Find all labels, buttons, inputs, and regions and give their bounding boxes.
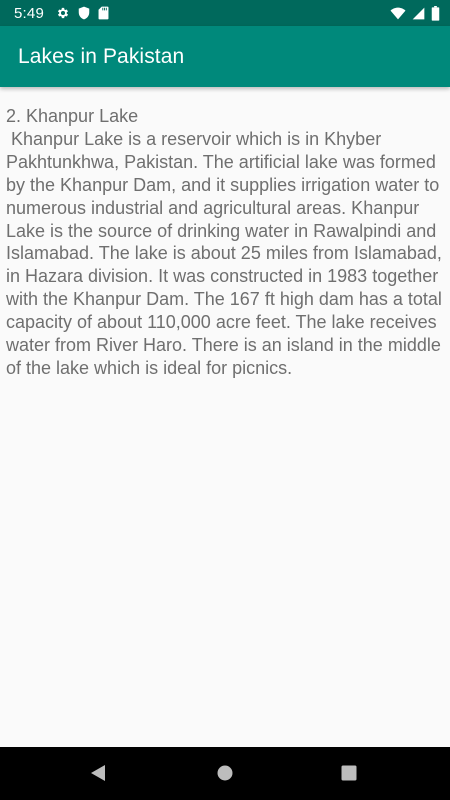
- back-icon[interactable]: [88, 762, 110, 784]
- lake-detail-content: 2. Khanpur Lake Khanpur Lake is a reserv…: [0, 87, 450, 747]
- app-bar: Lakes in Pakistan: [0, 26, 450, 87]
- home-icon[interactable]: [214, 762, 236, 784]
- sd-card-icon: [98, 6, 109, 20]
- navigation-bar: [0, 747, 450, 800]
- status-bar: 5:49: [0, 0, 450, 26]
- gear-icon: [56, 6, 70, 20]
- cellular-signal-icon: [412, 7, 425, 20]
- app-title: Lakes in Pakistan: [18, 44, 185, 68]
- battery-icon: [431, 5, 440, 21]
- lake-heading: 2. Khanpur Lake: [6, 106, 139, 126]
- status-time: 5:49: [14, 4, 44, 22]
- shield-icon: [78, 6, 90, 20]
- recents-icon[interactable]: [338, 762, 360, 784]
- lake-description: 2. Khanpur Lake Khanpur Lake is a reserv…: [6, 105, 444, 380]
- wifi-icon: [390, 7, 406, 20]
- status-left-icons: [56, 6, 109, 20]
- lake-body: Khanpur Lake is a reservoir which is in …: [6, 128, 447, 378]
- status-right-icons: [390, 5, 440, 21]
